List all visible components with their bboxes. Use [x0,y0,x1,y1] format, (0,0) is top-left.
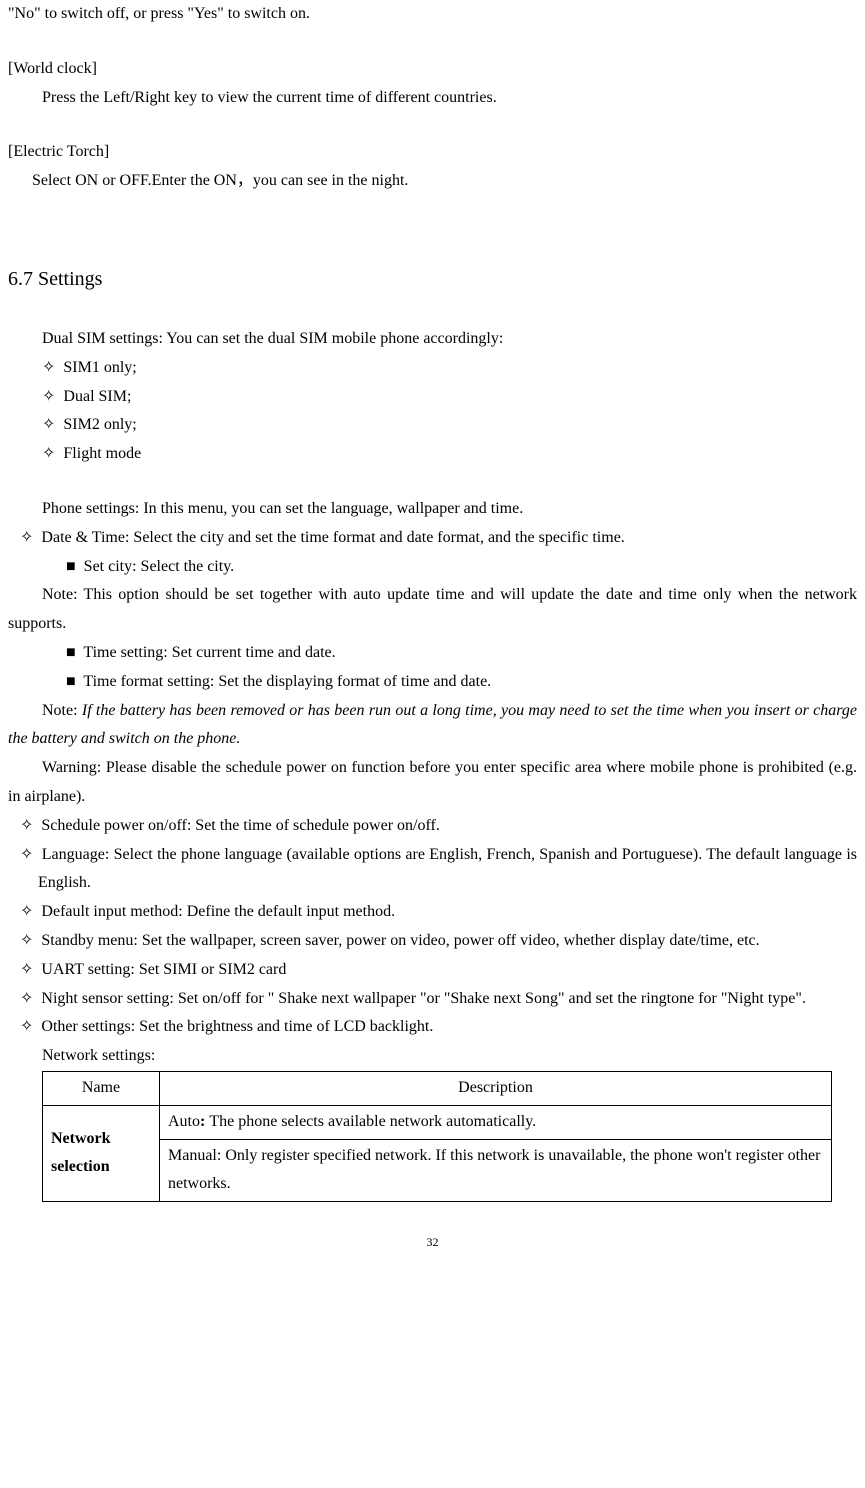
list-item: ✧ Language: Select the phone language (a… [8,841,857,899]
diamond-icon: ✧ [20,961,33,978]
list-text: Default input method: Define the default… [41,903,395,920]
list-item: ✧ SIM1 only; [8,354,857,383]
world-clock-body: Press the Left/Right key to view the cur… [8,84,857,113]
list-item: ✧ Schedule power on/off: Set the time of… [8,812,857,841]
auto-rest: The phone selects available network auto… [209,1113,536,1130]
list-text: Flight mode [63,445,141,462]
list-text: Set city: Select the city. [84,558,234,575]
page-number: 32 [8,1232,857,1254]
table-cell-auto: Auto: The phone selects available networ… [160,1105,832,1139]
diamond-icon: ✧ [42,359,55,376]
list-text: Schedule power on/off: Set the time of s… [41,817,439,834]
table-header-desc: Description [160,1071,832,1105]
table-row: Network selection Auto: The phone select… [43,1105,832,1139]
diamond-icon: ✧ [20,903,33,920]
warning-text: Warning: Please disable the schedule pow… [8,754,857,812]
table-cell-network-selection: Network selection [43,1105,160,1201]
phone-settings-intro: Phone settings: In this menu, you can se… [8,495,857,524]
sub-list-item: ■ Set city: Select the city. [8,553,857,582]
note-italic: If the battery has been removed or has b… [8,702,857,748]
square-icon: ■ [66,558,76,575]
table-row: Manual: Only register specified network.… [43,1139,832,1202]
network-table: Name Description Network selection Auto:… [42,1071,832,1202]
list-text: Language: Select the phone language (ava… [38,846,857,892]
list-text: Time format setting: Set the displaying … [83,673,491,690]
list-item: ✧ Other settings: Set the brightness and… [8,1013,857,1042]
list-item: ✧ Dual SIM; [8,383,857,412]
diamond-icon: ✧ [20,529,33,546]
list-text: Date & Time: Select the city and set the… [41,529,624,546]
note-text: Note: This option should be set together… [8,581,857,639]
table-header-name: Name [43,1071,160,1105]
network-settings-label: Network settings: [8,1042,857,1071]
diamond-icon: ✧ [42,388,55,405]
electric-torch-header: [Electric Torch] [8,138,857,167]
diamond-icon: ✧ [20,817,33,834]
list-text: Other settings: Set the brightness and t… [41,1018,433,1035]
table-row: Name Description [43,1071,832,1105]
list-text: Night sensor setting: Set on/off for " S… [41,990,806,1007]
diamond-icon: ✧ [20,932,33,949]
square-icon: ■ [66,644,76,661]
list-item: ✧ Standby menu: Set the wallpaper, scree… [8,927,857,956]
sub-list-item: ■ Time format setting: Set the displayin… [8,668,857,697]
section-heading: 6.7 Settings [8,261,857,297]
intro-text: "No" to switch off, or press "Yes" to sw… [8,0,857,29]
list-text: UART setting: Set SIMI or SIM2 card [41,961,286,978]
note-battery: Note: If the battery has been removed or… [8,697,857,755]
electric-torch-body: Select ON or OFF.Enter the ON，you can se… [8,167,857,196]
list-item: ✧ Night sensor setting: Set on/off for "… [8,985,857,1014]
world-clock-header: [World clock] [8,55,857,84]
list-item: ✧ UART setting: Set SIMI or SIM2 card [8,956,857,985]
list-item: ✧ Default input method: Define the defau… [8,898,857,927]
dual-sim-intro: Dual SIM settings: You can set the dual … [8,325,857,354]
table-cell-manual: Manual: Only register specified network.… [160,1139,832,1202]
list-item: ✧ Date & Time: Select the city and set t… [8,524,857,553]
list-item: ✧ Flight mode [8,440,857,469]
diamond-icon: ✧ [42,416,55,433]
diamond-icon: ✧ [42,445,55,462]
list-item: ✧ SIM2 only; [8,411,857,440]
list-text: Time setting: Set current time and date. [83,644,335,661]
square-icon: ■ [66,673,76,690]
diamond-icon: ✧ [20,990,33,1007]
auto-colon: : [200,1113,209,1130]
list-text: SIM2 only; [63,416,136,433]
list-text: Standby menu: Set the wallpaper, screen … [41,932,759,949]
list-text: Dual SIM; [63,388,131,405]
sub-list-item: ■ Time setting: Set current time and dat… [8,639,857,668]
list-text: SIM1 only; [63,359,136,376]
diamond-icon: ✧ [20,846,33,863]
diamond-icon: ✧ [20,1018,33,1035]
note-lead: Note: [42,702,82,719]
auto-lead: Auto [168,1113,200,1130]
